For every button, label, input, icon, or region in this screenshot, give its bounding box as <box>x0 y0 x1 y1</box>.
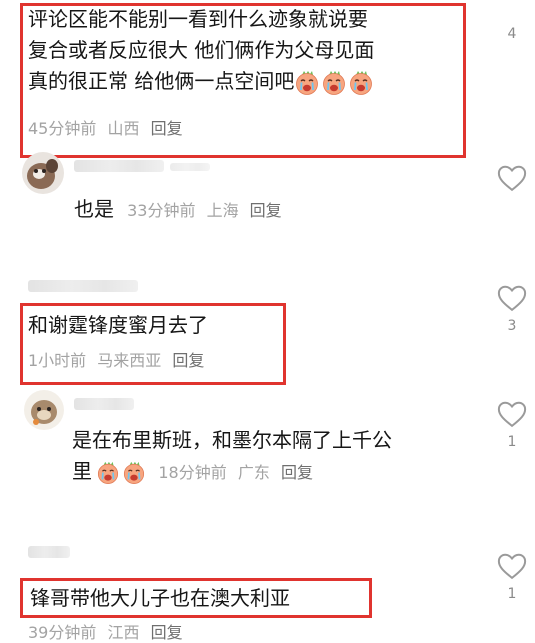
comment-1-like-count: 4 <box>507 26 517 42</box>
comment-1-time: 45分钟前 <box>28 119 97 138</box>
username-blurred <box>74 160 164 172</box>
comment-4-location: 广东 <box>237 463 270 482</box>
username-blurred <box>170 163 210 171</box>
comment-2-row: 也是 33分钟前 上海 回复 <box>74 194 288 225</box>
comment-1-meta: 45分钟前 山西 回复 <box>28 115 189 139</box>
comment-4-line-1: 是在布里斯班，和墨尔本隔了上千公 <box>72 428 392 452</box>
comment-5-text: 锋哥带他大儿子也在澳大利亚 <box>30 586 290 610</box>
crying-face-emoji-icon <box>350 70 373 95</box>
comment-1-line-3: 真的很正常 给他俩一点空间吧 <box>28 66 468 97</box>
comment-1-text: 评论区能不能别一看到什么迹象就说要 复合或者反应很大 他们俩作为父母见面 真的很… <box>28 4 468 97</box>
comment-3-like[interactable]: 3 <box>490 284 534 334</box>
heart-outline-icon[interactable] <box>497 552 527 580</box>
comment-5-like[interactable]: 1 <box>490 552 534 602</box>
username-blurred <box>28 546 70 558</box>
comment-5-like-count: 1 <box>507 586 517 602</box>
comment-3-meta: 1小时前 马来西亚 回复 <box>28 347 210 371</box>
comment-5-meta: 39分钟前 江西 回复 <box>28 619 189 643</box>
comment-2-like[interactable] <box>490 164 534 198</box>
comment-4-time: 18分钟前 <box>158 463 227 482</box>
comment-4-text: 是在布里斯班，和墨尔本隔了上千公 里 18分钟前 广东 回复 <box>72 425 492 488</box>
comment-4-like[interactable]: 1 <box>490 400 534 450</box>
heart-outline-icon[interactable] <box>497 164 527 192</box>
comment-2-reply-button[interactable]: 回复 <box>250 201 282 220</box>
comment-1-line-2: 复合或者反应很大 他们俩作为父母见面 <box>28 38 375 62</box>
comment-5-reply-button[interactable]: 回复 <box>151 623 183 642</box>
crying-face-emoji-icon <box>97 461 119 484</box>
username-blurred <box>28 280 138 292</box>
comment-3-like-count: 3 <box>507 318 517 334</box>
comment-2-text: 也是 <box>74 197 114 221</box>
comment-5-time: 39分钟前 <box>28 623 97 642</box>
avatar[interactable] <box>24 390 64 430</box>
comment-3-reply-button[interactable]: 回复 <box>172 351 204 370</box>
comment-1-location: 山西 <box>107 119 140 138</box>
comment-3-time: 1小时前 <box>28 351 87 370</box>
comment-1-reply-button[interactable]: 回复 <box>151 119 183 138</box>
comment-2-time: 33分钟前 <box>127 201 196 220</box>
comment-3-location: 马来西亚 <box>97 351 162 370</box>
comment-2-location: 上海 <box>206 201 239 220</box>
heart-outline-icon[interactable] <box>497 284 527 312</box>
crying-face-emoji-icon <box>296 70 319 95</box>
comment-5-location: 江西 <box>107 623 140 642</box>
username-blurred <box>74 398 134 410</box>
heart-outline-icon[interactable] <box>497 400 527 428</box>
comment-3-text: 和谢霆锋度蜜月去了 <box>28 313 208 337</box>
avatar[interactable] <box>22 152 64 194</box>
comment-4-reply-button[interactable]: 回复 <box>281 463 313 482</box>
comment-4-line-2: 里 18分钟前 广东 回复 <box>72 459 313 484</box>
comment-4-like-count: 1 <box>507 434 517 450</box>
crying-face-emoji-icon <box>323 70 346 95</box>
comment-1-line-1: 评论区能不能别一看到什么迹象就说要 <box>28 7 368 31</box>
comment-1-like[interactable]: 4 <box>490 0 534 42</box>
crying-face-emoji-icon <box>123 461 145 484</box>
